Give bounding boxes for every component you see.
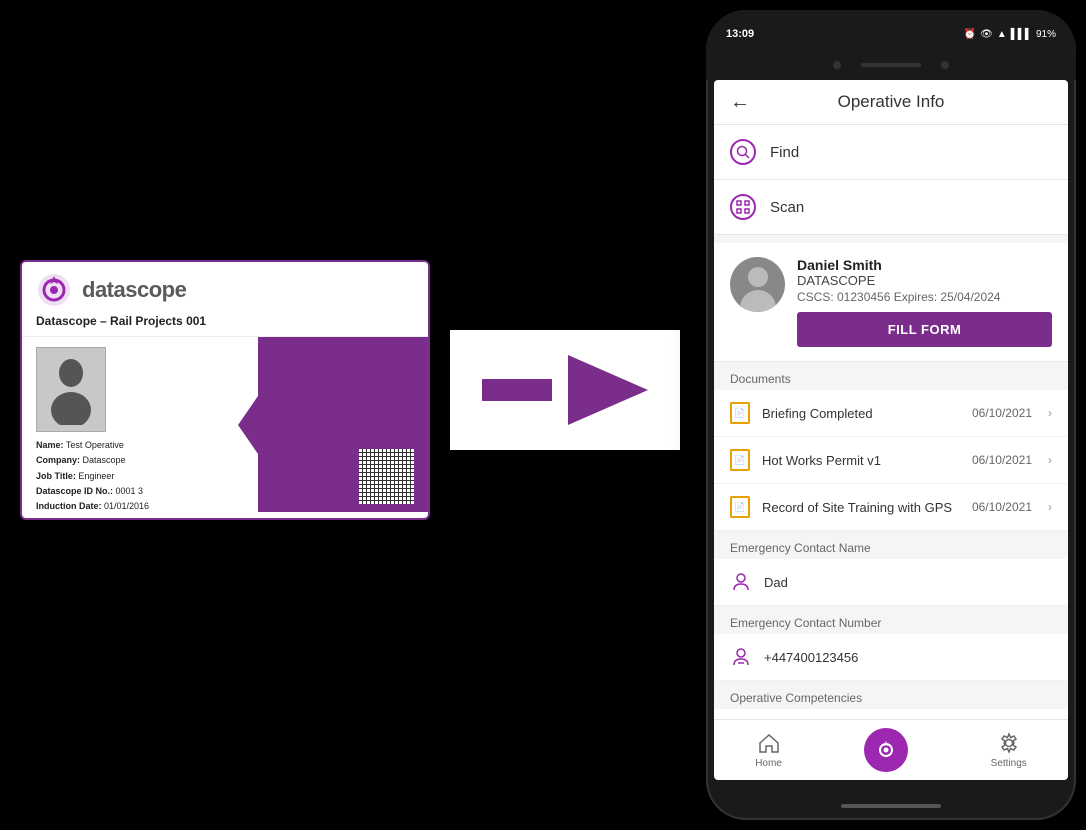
operative-cscs: CSCS: 01230456 Expires: 25/04/2024 [797,290,1052,304]
status-wifi-icon: ▲ [997,29,1007,40]
id-card-left: Name: Test Operative Company: Datascope … [22,337,245,512]
arrow-right-icon [568,355,648,425]
contact-person-icon [730,571,752,593]
phone-screen[interactable]: ← Operative Info Find [714,80,1068,760]
qr-code [359,449,414,504]
doc-name-3: Record of Site Training with GPS [762,500,960,515]
field-label-jobtitle: Job Title: [36,471,76,481]
id-card-section: datascope Datascope – Rail Projects 001 … [20,260,450,535]
phone-camera-row [706,50,1076,80]
emergency-name-value: Dad [764,575,788,590]
doc-date-1: 06/10/2021 [972,406,1032,420]
status-right: ⏰ 👁 ▲ ▌▌▌ 91% [964,29,1056,40]
doc-row-2[interactable]: 📄 Hot Works Permit v1 06/10/2021 › [714,437,1068,484]
scan-label: Scan [770,199,804,216]
doc-name-1: Briefing Completed [762,406,960,421]
nav-settings[interactable]: Settings [991,731,1027,769]
phone-home-bar [841,804,941,808]
doc-icon-2: 📄 [730,449,750,471]
home-icon [757,731,781,755]
chevron-right-icon-1: › [1048,406,1052,420]
field-label-name: Name: [36,440,64,450]
doc-icon-3: 📄 [730,496,750,518]
doc-name-2: Hot Works Permit v1 [762,453,960,468]
person-silhouette-icon [46,355,96,425]
status-time: 13:09 [726,28,754,40]
home-svg [758,732,780,754]
search-icon [736,145,750,159]
id-card-subtitle-text: Datascope – Rail Projects 001 [36,314,206,328]
chevron-right-icon-2: › [1048,453,1052,467]
fill-form-button[interactable]: FILL FORM [797,312,1052,347]
id-card-header: datascope [22,262,428,314]
phone-status-bar: 13:09 ⏰ 👁 ▲ ▌▌▌ 91% [706,10,1076,50]
camera-dot [833,61,841,69]
operative-card: Daniel Smith DATASCOPE CSCS: 01230456 Ex… [714,243,1068,362]
qr-inner [359,449,414,504]
app-header: ← Operative Info [714,80,1068,125]
arrow-body [482,379,552,401]
scan-row[interactable]: Scan [714,180,1068,235]
settings-icon [997,731,1021,755]
scan-icon-wrapper [730,194,756,220]
settings-label: Settings [991,758,1027,769]
screen-title: Operative Info [838,92,945,112]
id-card-body: Name: Test Operative Company: Datascope … [22,337,428,512]
status-eye-icon: 👁 [980,29,993,40]
field-label-company: Company: [36,455,80,465]
nav-home[interactable]: Home [755,731,782,769]
camera-dot-2 [941,61,949,69]
competencies-label: Operative Competencies [714,681,1068,709]
emergency-number-row: +447400123456 [714,634,1068,681]
operative-info: Daniel Smith DATASCOPE CSCS: 01230456 Ex… [797,257,1052,347]
status-battery: 91% [1036,29,1056,40]
settings-svg [998,732,1020,754]
speaker-bar [861,63,921,67]
id-card-photo [36,347,106,432]
datascope-logo-text: datascope [82,277,186,303]
find-label: Find [770,144,799,161]
operative-company: DATASCOPE [797,273,1052,288]
operative-name: Daniel Smith [797,257,1052,273]
documents-section-label: Documents [714,362,1068,390]
emergency-number-label: Emergency Contact Number [714,606,1068,634]
bottom-nav: Home Settings [714,719,1068,780]
emergency-name-label: Emergency Contact Name [714,531,1068,559]
id-card-right [225,337,428,512]
doc-row-1[interactable]: 📄 Briefing Completed 06/10/2021 › [714,390,1068,437]
status-alarm-icon: ⏰ [964,29,976,40]
doc-row-3[interactable]: 📄 Record of Site Training with GPS 06/10… [714,484,1068,531]
find-row[interactable]: Find [714,125,1068,180]
person-icon [731,572,751,592]
id-card-subtitle: Datascope – Rail Projects 001 [22,314,428,337]
emergency-name-row: Dad [714,559,1068,606]
field-label-id: Datascope ID No.: [36,486,113,496]
emergency-number-value: +447400123456 [764,650,858,665]
datascope-nav-icon [874,738,898,762]
phone-container: 13:09 ⏰ 👁 ▲ ▌▌▌ 91% ← Operative Info [706,10,1076,820]
phone-icon [731,647,751,667]
doc-date-3: 06/10/2021 [972,500,1032,514]
operative-avatar [730,257,785,312]
scan-icon [736,200,750,214]
back-button[interactable]: ← [730,91,750,114]
nav-center[interactable] [864,728,908,772]
id-card: datascope Datascope – Rail Projects 001 … [20,260,430,520]
datascope-logo-icon [36,272,72,308]
chevron-right-icon-3: › [1048,500,1052,514]
home-label: Home [755,758,782,769]
phone-outer: 13:09 ⏰ 👁 ▲ ▌▌▌ 91% ← Operative Info [706,10,1076,820]
field-label-induction: Induction Date: [36,501,102,511]
status-signal-icon: ▌▌▌ [1011,29,1032,40]
center-nav-icon [864,728,908,772]
id-card-fields: Name: Test Operative Company: Datascope … [36,438,231,514]
doc-icon-1: 📄 [730,402,750,424]
arrow-section [450,330,680,450]
contact-phone-icon [730,646,752,668]
doc-date-2: 06/10/2021 [972,453,1032,467]
find-icon [730,139,756,165]
